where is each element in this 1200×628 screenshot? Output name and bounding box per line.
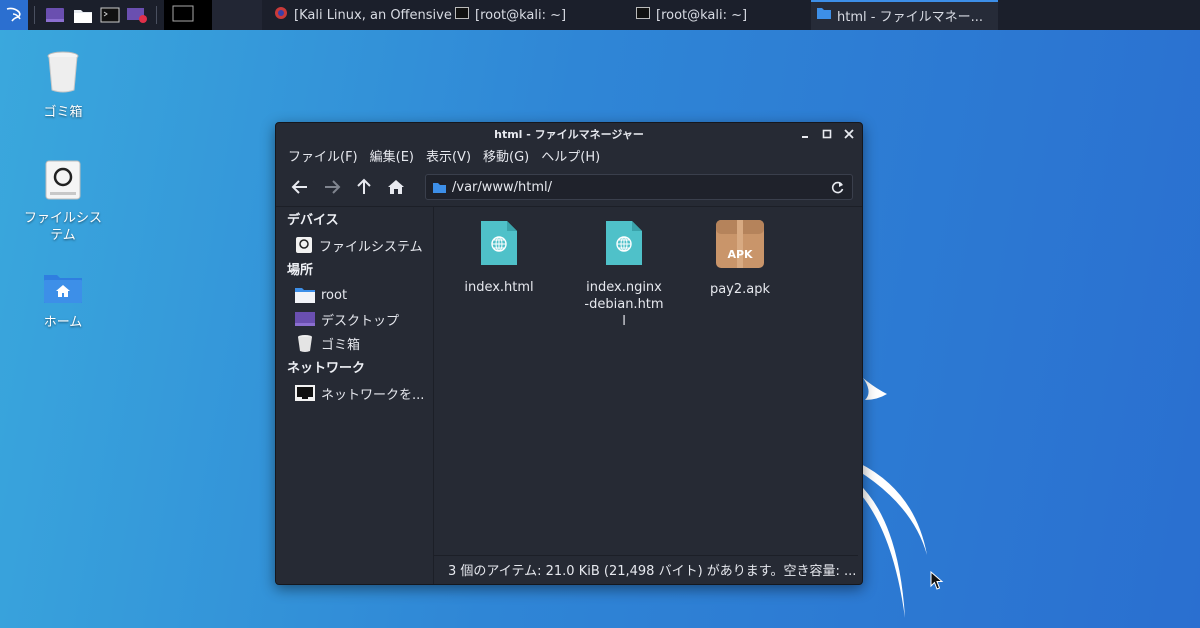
sidebar-item-label: root (321, 287, 348, 303)
folder-icon (817, 7, 831, 23)
title-bar[interactable]: html - ファイルマネージャー (276, 123, 862, 145)
menu-file[interactable]: ファイル(F) (282, 145, 364, 171)
trash-icon (295, 334, 315, 352)
terminal-icon (636, 7, 650, 23)
sidebar-item-label: ゴミ箱 (321, 337, 361, 353)
sidebar-item-root[interactable]: root (276, 283, 433, 307)
task-browser[interactable]: [Kali Linux, an Offensive ... (268, 0, 454, 30)
sidebar-item-trash[interactable]: ゴミ箱 (276, 331, 433, 355)
html-file-icon (479, 219, 519, 271)
kali-menu-icon[interactable] (0, 0, 28, 30)
window-body: デバイス ファイルシステム 場所 root デスクトップ ゴミ箱 ネットワーク … (276, 206, 862, 584)
sidebar-item-label: ネットワークを... (321, 387, 425, 403)
file-name: pay2.apk (709, 282, 771, 297)
reload-button[interactable] (831, 181, 844, 194)
sidebar-item-filesystem[interactable]: ファイルシステム (276, 233, 433, 257)
trash-icon (43, 50, 83, 98)
sidebar-item-label: デスクトップ (321, 313, 400, 329)
menu-help[interactable]: ヘルプ(H) (535, 145, 606, 171)
sidebar-item-network[interactable]: ネットワークを... (276, 381, 433, 405)
apk-badge: APK (727, 248, 753, 261)
desktop-filesystem[interactable]: ファイルシステム (18, 160, 108, 244)
file-name: index.html (464, 280, 534, 295)
html-file-icon (604, 219, 644, 271)
file-item[interactable]: index.html (451, 219, 547, 296)
sidebar-item-label: ファイルシステム (319, 239, 423, 255)
arrow-right-icon (325, 180, 341, 194)
task-terminal-2[interactable]: [root@kali: ~] (630, 0, 816, 30)
maximize-button[interactable] (819, 126, 835, 142)
location-path: /var/www/html/ (452, 179, 553, 195)
mouse-cursor-icon (930, 571, 944, 590)
up-button[interactable] (348, 173, 380, 201)
task-label: [Kali Linux, an Offensive ... (294, 7, 454, 23)
sidebar-header-devices: デバイス (287, 213, 339, 228)
task-terminal-1[interactable]: [root@kali: ~] (449, 0, 635, 30)
toolbar: /var/www/html/ (276, 171, 862, 203)
sidebar: デバイス ファイルシステム 場所 root デスクトップ ゴミ箱 ネットワーク … (276, 207, 434, 584)
home-button[interactable] (380, 173, 412, 201)
terminal-icon (455, 7, 469, 23)
sidebar-header-places: 場所 (287, 263, 314, 278)
file-manager-icon[interactable] (70, 0, 96, 30)
close-button[interactable] (841, 126, 857, 142)
task-file-manager[interactable]: html - ファイルマネー... (811, 0, 998, 30)
desktop-trash[interactable]: ゴミ箱 (18, 50, 108, 121)
menu-go[interactable]: 移動(G) (477, 145, 535, 171)
drive-icon (45, 160, 81, 204)
home-icon (388, 180, 404, 194)
file-item[interactable]: index.nginx-debian.html (578, 219, 670, 330)
desktop-icon-label: ホーム (43, 315, 83, 330)
file-item[interactable]: APK pay2.apk (692, 219, 788, 298)
minimize-button[interactable] (797, 126, 813, 142)
desktop-icon-label: ファイルシステム (23, 211, 102, 243)
menu-bar: ファイル(F) 編集(E) 表示(V) 移動(G) ヘルプ(H) (276, 145, 862, 171)
workspace-1[interactable] (164, 0, 212, 30)
arrow-left-icon (291, 180, 307, 194)
desktop-icon-label: ゴミ箱 (43, 105, 83, 120)
status-bar: 3 個のアイテム: 21.0 KiB (21,498 バイト) があります。空き… (434, 555, 858, 583)
task-label: html - ファイルマネー... (837, 9, 983, 25)
back-button[interactable] (284, 173, 316, 201)
file-name: index.nginx-debian.html (584, 280, 664, 329)
terminal-emulator-icon[interactable] (97, 0, 123, 30)
taskbar: [Kali Linux, an Offensive ... [root@kali… (0, 0, 1200, 30)
workspace-2[interactable] (212, 0, 262, 30)
file-manager-window: html - ファイルマネージャー ファイル(F) 編集(E) 表示(V) 移動… (275, 122, 863, 585)
network-icon (295, 385, 315, 401)
arrow-up-icon (357, 178, 371, 194)
desktop-home[interactable]: ホーム (18, 272, 108, 331)
location-bar[interactable]: /var/www/html/ (425, 174, 853, 200)
status-text: 3 個のアイテム: 21.0 KiB (21,498 バイト) があります。空き… (448, 564, 857, 579)
menu-view[interactable]: 表示(V) (420, 145, 477, 171)
reload-icon (831, 181, 844, 193)
task-label: [root@kali: ~] (475, 7, 567, 23)
menu-edit[interactable]: 編集(E) (364, 145, 420, 171)
folder-icon (433, 182, 446, 193)
folder-icon (295, 287, 315, 303)
task-label: [root@kali: ~] (656, 7, 748, 23)
drive-icon (295, 236, 313, 254)
apk-file-icon: APK (715, 219, 765, 273)
browser-icon (274, 6, 288, 24)
file-view[interactable]: index.html index.nginx-debian.html APK p… (434, 207, 862, 553)
window-title: html - ファイルマネージャー (494, 128, 644, 141)
sidebar-header-network: ネットワーク (287, 361, 366, 376)
terminal-icon[interactable] (42, 0, 68, 30)
desktop-icon (295, 311, 315, 327)
sidebar-item-desktop[interactable]: デスクトップ (276, 307, 433, 331)
screen-recorder-icon[interactable] (124, 0, 150, 30)
home-folder-icon (43, 272, 83, 308)
forward-button[interactable] (316, 173, 348, 201)
